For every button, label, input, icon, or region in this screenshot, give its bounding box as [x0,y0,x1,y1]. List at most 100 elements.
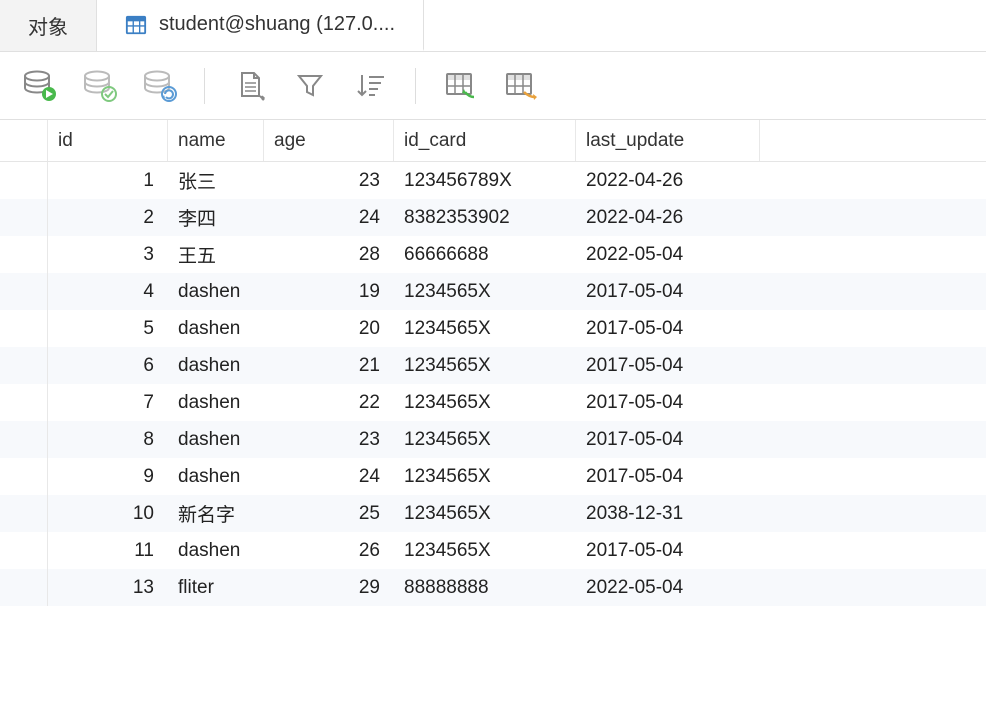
cell-id-card[interactable]: 1234565X [394,310,576,347]
row-gutter [0,162,48,199]
table-row[interactable]: 3王五28666666882022-05-04 [0,236,986,273]
column-header-age[interactable]: age [264,120,394,161]
cell-last-update[interactable]: 2017-05-04 [576,458,760,495]
cell-age[interactable]: 20 [264,310,394,347]
table-row[interactable]: 1张三23123456789X2022-04-26 [0,162,986,199]
cell-id[interactable]: 8 [48,421,168,458]
cell-id-card[interactable]: 1234565X [394,273,576,310]
cell-id-card[interactable]: 1234565X [394,495,576,532]
table-row[interactable]: 2李四2483823539022022-04-26 [0,199,986,236]
cell-last-update[interactable]: 2022-04-26 [576,199,760,236]
cell-name[interactable]: 王五 [168,236,264,273]
filter-button[interactable] [289,65,331,107]
row-gutter [0,384,48,421]
table-row[interactable]: 5dashen201234565X2017-05-04 [0,310,986,347]
cell-last-update[interactable]: 2022-04-26 [576,162,760,199]
cell-id-card[interactable]: 1234565X [394,532,576,569]
cell-last-update[interactable]: 2017-05-04 [576,273,760,310]
tab-bar: 对象 student@shuang (127.0.... [0,0,986,52]
cell-id-card[interactable]: 1234565X [394,458,576,495]
cell-last-update[interactable]: 2017-05-04 [576,347,760,384]
cell-id[interactable]: 3 [48,236,168,273]
cell-name[interactable]: fliter [168,569,264,606]
row-gutter [0,273,48,310]
table-row[interactable]: 4dashen191234565X2017-05-04 [0,273,986,310]
cell-name[interactable]: 新名字 [168,495,264,532]
commit-button[interactable] [78,65,120,107]
cell-name[interactable]: dashen [168,273,264,310]
row-gutter [0,347,48,384]
export-button[interactable] [500,65,542,107]
tab-student-table[interactable]: student@shuang (127.0.... [97,0,424,51]
table-row[interactable]: 6dashen211234565X2017-05-04 [0,347,986,384]
cell-age[interactable]: 29 [264,569,394,606]
cell-age[interactable]: 25 [264,495,394,532]
cell-age[interactable]: 22 [264,384,394,421]
table-header: id name age id_card last_update [0,120,986,162]
run-query-button[interactable] [18,65,60,107]
table-row[interactable]: 7dashen221234565X2017-05-04 [0,384,986,421]
row-gutter [0,421,48,458]
import-button[interactable] [440,65,482,107]
cell-name[interactable]: 张三 [168,162,264,199]
cell-id[interactable]: 2 [48,199,168,236]
toolbar-separator [204,68,205,104]
column-header-id[interactable]: id [48,120,168,161]
tab-objects[interactable]: 对象 [0,0,97,51]
row-gutter [0,120,48,161]
cell-id-card[interactable]: 66666688 [394,236,576,273]
cell-age[interactable]: 19 [264,273,394,310]
toolbar-separator [415,68,416,104]
cell-name[interactable]: dashen [168,421,264,458]
edit-document-button[interactable] [229,65,271,107]
column-header-last-update[interactable]: last_update [576,120,760,161]
cell-id[interactable]: 4 [48,273,168,310]
cell-id[interactable]: 5 [48,310,168,347]
cell-age[interactable]: 26 [264,532,394,569]
cell-id[interactable]: 10 [48,495,168,532]
cell-age[interactable]: 23 [264,162,394,199]
cell-last-update[interactable]: 2038-12-31 [576,495,760,532]
table-row[interactable]: 11dashen261234565X2017-05-04 [0,532,986,569]
cell-age[interactable]: 24 [264,458,394,495]
cell-name[interactable]: dashen [168,310,264,347]
refresh-button[interactable] [138,65,180,107]
sort-button[interactable] [349,65,391,107]
cell-age[interactable]: 21 [264,347,394,384]
cell-last-update[interactable]: 2022-05-04 [576,236,760,273]
cell-age[interactable]: 23 [264,421,394,458]
cell-name[interactable]: dashen [168,532,264,569]
cell-id-card[interactable]: 1234565X [394,384,576,421]
row-gutter [0,532,48,569]
table-row[interactable]: 9dashen241234565X2017-05-04 [0,458,986,495]
cell-id[interactable]: 11 [48,532,168,569]
row-gutter [0,310,48,347]
column-header-name[interactable]: name [168,120,264,161]
cell-id-card[interactable]: 88888888 [394,569,576,606]
cell-id[interactable]: 6 [48,347,168,384]
cell-name[interactable]: dashen [168,458,264,495]
cell-name[interactable]: dashen [168,347,264,384]
cell-id-card[interactable]: 123456789X [394,162,576,199]
row-gutter [0,495,48,532]
cell-id[interactable]: 7 [48,384,168,421]
cell-id-card[interactable]: 1234565X [394,421,576,458]
cell-name[interactable]: 李四 [168,199,264,236]
cell-id[interactable]: 9 [48,458,168,495]
cell-name[interactable]: dashen [168,384,264,421]
cell-last-update[interactable]: 2022-05-04 [576,569,760,606]
cell-id[interactable]: 1 [48,162,168,199]
table-row[interactable]: 13fliter29888888882022-05-04 [0,569,986,606]
cell-last-update[interactable]: 2017-05-04 [576,310,760,347]
cell-id-card[interactable]: 8382353902 [394,199,576,236]
cell-id-card[interactable]: 1234565X [394,347,576,384]
cell-last-update[interactable]: 2017-05-04 [576,384,760,421]
table-row[interactable]: 8dashen231234565X2017-05-04 [0,421,986,458]
cell-id[interactable]: 13 [48,569,168,606]
column-header-id-card[interactable]: id_card [394,120,576,161]
cell-age[interactable]: 28 [264,236,394,273]
cell-last-update[interactable]: 2017-05-04 [576,421,760,458]
cell-age[interactable]: 24 [264,199,394,236]
cell-last-update[interactable]: 2017-05-04 [576,532,760,569]
table-row[interactable]: 10新名字251234565X2038-12-31 [0,495,986,532]
